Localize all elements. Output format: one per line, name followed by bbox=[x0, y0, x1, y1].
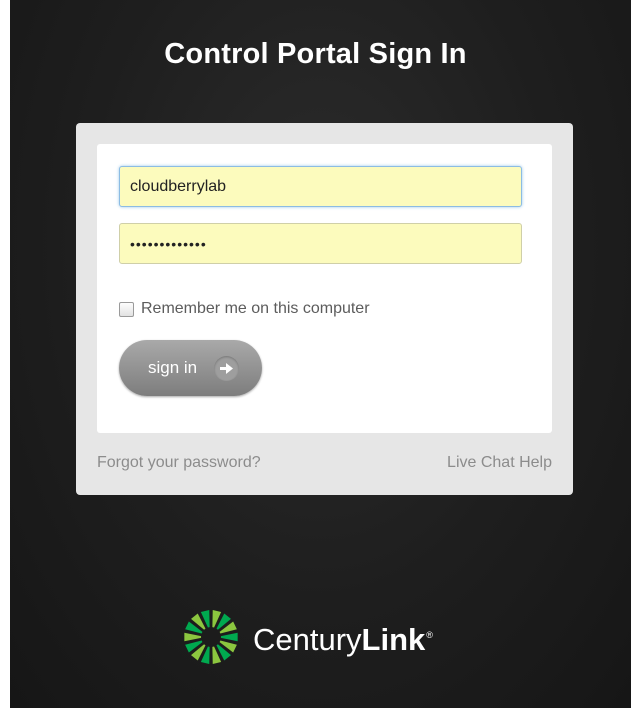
sign-in-button[interactable]: sign in bbox=[119, 340, 262, 396]
logo-ray bbox=[220, 632, 238, 642]
remember-me-checkbox[interactable] bbox=[119, 301, 134, 317]
centurylink-logo-icon bbox=[182, 608, 240, 671]
page-title: Control Portal Sign In bbox=[164, 38, 467, 70]
registered-mark: ® bbox=[426, 630, 433, 641]
brand-name-bold: Link bbox=[361, 621, 426, 657]
live-chat-help-link[interactable]: Live Chat Help bbox=[447, 454, 552, 472]
sign-in-form: Remember me on this computer sign in bbox=[97, 144, 552, 433]
sign-in-label: sign in bbox=[148, 358, 198, 377]
sign-in-card: Remember me on this computer sign in For… bbox=[76, 123, 573, 495]
forgot-password-link[interactable]: Forgot your password? bbox=[97, 454, 261, 472]
password-input[interactable] bbox=[119, 223, 522, 264]
centurylink-logo: CenturyLink® bbox=[182, 608, 433, 671]
brand-name-regular: Century bbox=[253, 621, 362, 657]
username-input[interactable] bbox=[119, 166, 522, 207]
logo-ray bbox=[184, 632, 202, 642]
arrow-right-icon bbox=[214, 355, 240, 381]
remember-me-label[interactable]: Remember me on this computer bbox=[141, 300, 370, 318]
remember-me-row[interactable]: Remember me on this computer bbox=[119, 300, 370, 318]
help-links: Forgot your password? Live Chat Help bbox=[97, 454, 552, 472]
brand-name: CenturyLink® bbox=[253, 622, 433, 658]
sign-in-page: Control Portal Sign In Remember me on th… bbox=[10, 0, 631, 708]
